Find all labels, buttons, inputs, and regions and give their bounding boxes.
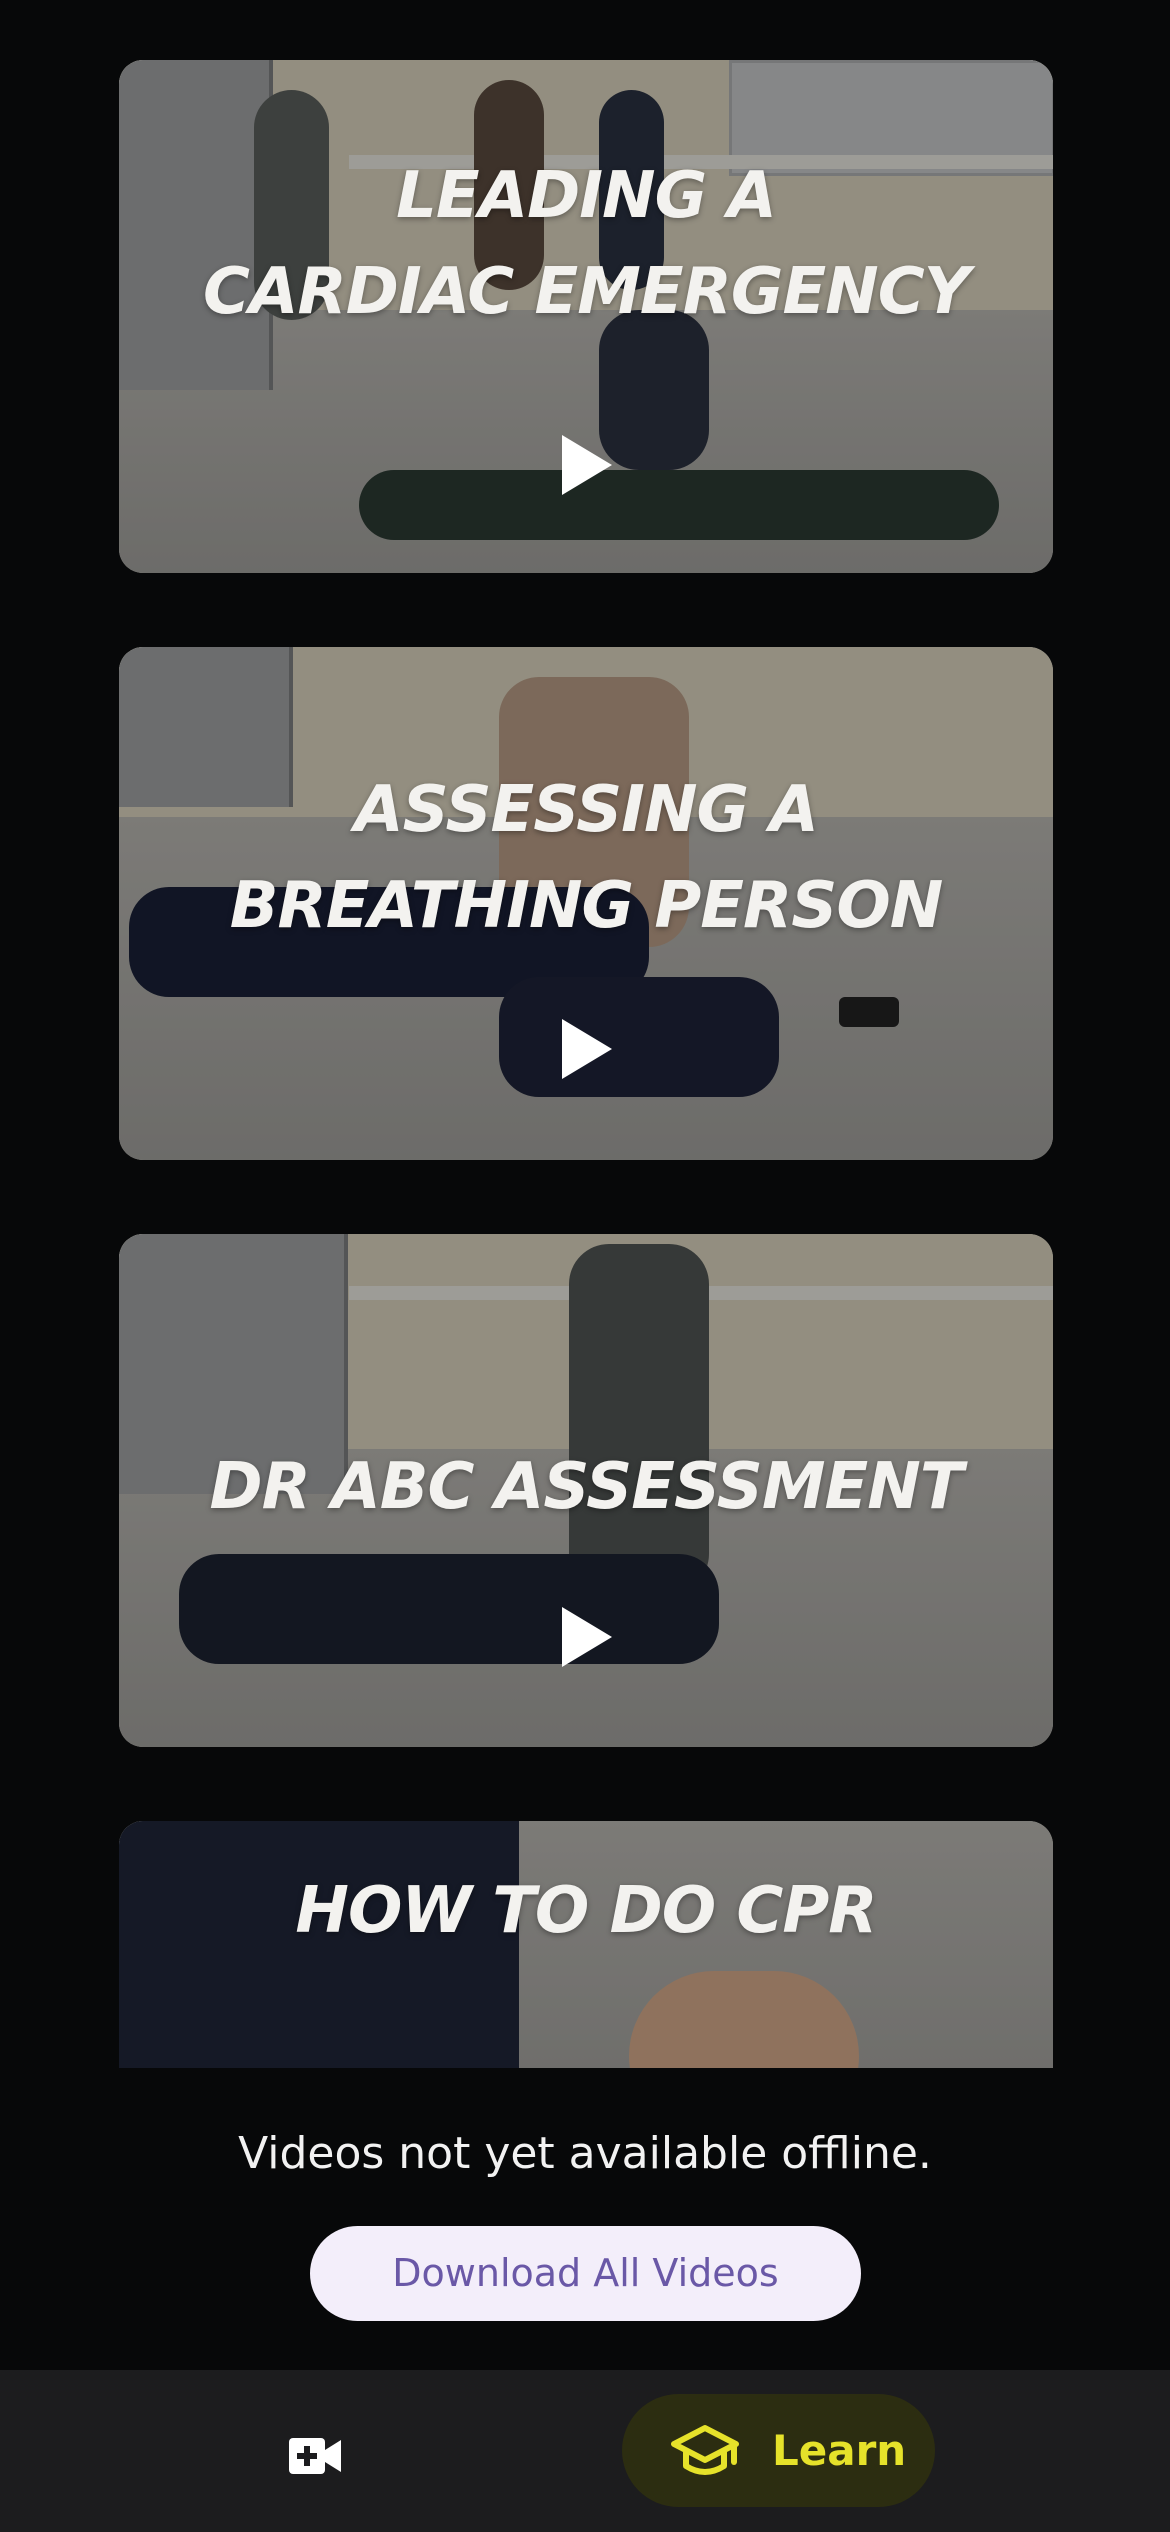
nav-learn-label: Learn xyxy=(772,2426,907,2475)
play-icon[interactable] xyxy=(562,1019,612,1079)
video-card-assessing-breathing-person[interactable]: ASSESSING A BREATHING PERSON xyxy=(119,647,1053,1160)
video-card-how-to-do-cpr[interactable]: HOW TO DO CPR xyxy=(119,1821,1053,2068)
play-icon[interactable] xyxy=(562,1607,612,1667)
nav-learn-tab[interactable]: Learn xyxy=(622,2394,935,2507)
offline-status-message: Videos not yet available offline. xyxy=(238,2128,932,2179)
download-all-videos-button[interactable]: Download All Videos xyxy=(310,2226,861,2321)
graduation-cap-icon xyxy=(671,2425,739,2475)
nav-videos-tab[interactable] xyxy=(240,2408,390,2504)
bottom-navigation: Learn xyxy=(0,2370,1170,2532)
video-card-leading-cardiac-emergency[interactable]: LEADING A CARDIAC EMERGENCY xyxy=(119,60,1053,573)
video-card-dr-abc-assessment[interactable]: DR ABC ASSESSMENT xyxy=(119,1234,1053,1747)
video-title: HOW TO DO CPR xyxy=(295,1874,877,1948)
video-list[interactable]: LEADING A CARDIAC EMERGENCY ASSESSING A … xyxy=(0,0,1170,2068)
video-title: DR ABC ASSESSMENT xyxy=(209,1450,964,1524)
video-title: LEADING A CARDIAC EMERGENCY xyxy=(202,159,970,329)
video-add-icon xyxy=(289,2438,341,2474)
video-title: ASSESSING A BREATHING PERSON xyxy=(229,773,944,943)
play-icon[interactable] xyxy=(562,435,612,495)
